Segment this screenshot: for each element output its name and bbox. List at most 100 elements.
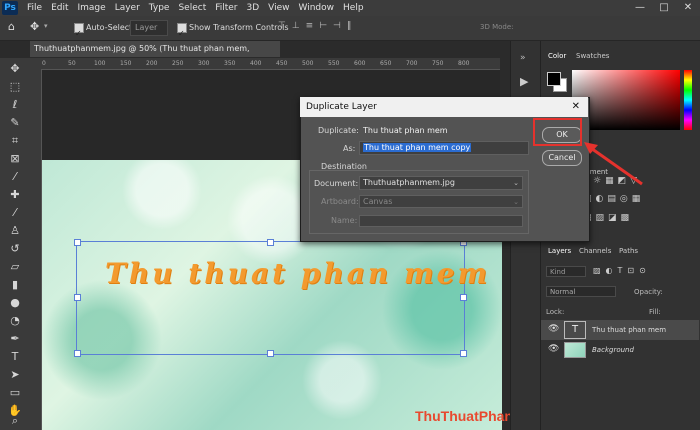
menu-window[interactable]: Window [299,3,335,13]
pen-tool-icon[interactable]: ✒ [7,332,23,346]
kind-placeholder: Kind [550,268,566,276]
transform-handle[interactable] [74,294,81,301]
name-input [359,215,523,227]
menu-edit[interactable]: Edit [51,3,68,13]
tool-preset-chevron-icon[interactable]: ▾ [44,22,48,30]
menu-view[interactable]: View [268,3,289,13]
move-tool-icon[interactable]: ✥ [7,62,23,76]
transform-handle[interactable] [74,239,81,246]
auto-select-dropdown[interactable]: Layer [130,20,168,36]
transform-handle[interactable] [460,294,467,301]
show-transform-label: Show Transform Controls [189,23,289,32]
ruler-label: 0 [42,60,46,67]
menu-select[interactable]: Select [178,3,206,13]
menu-file[interactable]: File [27,3,42,13]
menu-type[interactable]: Type [149,3,170,13]
layer-name: Thu thuat phan mem [592,326,667,334]
menu-help[interactable]: Help [343,3,364,13]
collapse-panels-icon[interactable]: » [520,53,526,63]
ruler-label: 800 [458,60,470,67]
tab-paths[interactable]: Paths [619,247,638,255]
foreground-color-swatch[interactable] [547,72,561,86]
transform-handle[interactable] [460,350,467,357]
tab-swatches[interactable]: Swatches [576,52,609,60]
home-icon[interactable]: ⌂ [8,20,15,33]
visibility-eye-icon[interactable]: 👁 [548,324,559,334]
ruler-label: 50 [68,60,76,67]
shape-tool-icon[interactable]: ▭ [7,386,23,400]
lasso-tool-icon[interactable]: ℓ [7,98,23,112]
ruler-label: 250 [172,60,184,67]
quick-select-tool-icon[interactable]: ✎ [7,116,23,130]
transform-handle[interactable] [267,350,274,357]
ok-highlight-box [533,118,582,146]
eyedropper-tool-icon[interactable]: ⁄ [7,170,23,184]
layer-row[interactable]: 👁 T Thu thuat phan mem [541,320,699,340]
path-select-tool-icon[interactable]: ➤ [7,368,23,382]
stamp-tool-icon[interactable]: ♙ [7,224,23,238]
align-icons[interactable]: ⊤⊥≡⊢⊣‖ [278,21,357,31]
document-value: Thuthuatphanmem.jpg [363,178,455,187]
maximize-button[interactable]: □ [652,0,676,16]
ruler-label: 600 [354,60,366,67]
cancel-button[interactable]: Cancel [542,150,582,166]
move-tool-icon[interactable]: ✥ [30,20,39,33]
duplicate-value: Thu thuat phan mem [363,126,448,135]
minimize-button[interactable]: — [628,0,652,16]
zoom-tool-icon[interactable]: ⌕ [7,414,23,428]
close-window-button[interactable]: ✕ [676,0,700,16]
ruler-label: 100 [94,60,106,67]
ruler-label: 500 [302,60,314,67]
tab-color[interactable]: Color [548,52,566,60]
text-layer-thumbnail-icon: T [564,321,586,339]
ruler-label: 200 [146,60,158,67]
menu-3d[interactable]: 3D [247,3,260,13]
layer-row[interactable]: 👁 Background [541,340,699,360]
canvas-text-layer[interactable]: Thu thuat phan mem [105,257,490,290]
eraser-tool-icon[interactable]: ▱ [7,260,23,274]
show-transform-checkbox[interactable] [177,23,187,33]
name-label: Name: [331,216,358,225]
as-label: As: [343,144,356,153]
menu-filter[interactable]: Filter [215,3,237,13]
play-icon[interactable]: ▶ [520,75,528,88]
as-input[interactable]: Thu thuat phan mem copy [359,141,529,155]
brush-tool-icon[interactable]: ⁄ [7,206,23,220]
visibility-eye-icon[interactable]: 👁 [548,344,559,354]
ruler-label: 700 [406,60,418,67]
blend-mode-value: Normal [550,288,576,296]
opacity-label: Opacity: [634,288,663,296]
blur-tool-icon[interactable]: ● [7,296,23,310]
document-dropdown[interactable]: Thuthuatphanmem.jpg ⌄ [359,176,523,190]
hue-slider[interactable] [684,70,692,130]
dialog-title-bar: Duplicate Layer ✕ [300,97,588,117]
dialog-close-icon[interactable]: ✕ [572,97,580,117]
transform-handle[interactable] [267,239,274,246]
menu-layer[interactable]: Layer [115,3,140,13]
document-label: Document: [314,179,359,188]
frame-tool-icon[interactable]: ⊠ [7,152,23,166]
gradient-tool-icon[interactable]: ▮ [7,278,23,292]
tab-channels[interactable]: Channels [579,247,611,255]
crop-tool-icon[interactable]: ⌗ [7,134,23,148]
history-brush-tool-icon[interactable]: ↺ [7,242,23,256]
marquee-tool-icon[interactable]: ⬚ [7,80,23,94]
blend-mode-dropdown[interactable]: Normal [546,286,616,297]
document-tab[interactable]: Thuthuatphanmem.jpg @ 50% (Thu thuat pha… [30,41,280,69]
layer-filter-icons[interactable]: ▨◐T⊡⊙ [593,266,651,275]
options-bar: ⌂ ✥ ▾ Auto-Select: Layer Show Transform … [0,16,700,41]
tools-panel: ✥ ⬚ ℓ ✎ ⌗ ⊠ ⁄ ✚ ⁄ ♙ ↺ ▱ ▮ ● ◔ ✒ T ➤ ▭ ✋ … [0,58,30,430]
ruler-label: 400 [250,60,262,67]
layer-filter-kind[interactable]: Kind [546,266,586,277]
dodge-tool-icon[interactable]: ◔ [7,314,23,328]
annotation-arrow [584,142,643,186]
tab-layers[interactable]: Layers [548,247,571,255]
lock-label: Lock: [546,308,565,316]
menu-image[interactable]: Image [78,3,106,13]
transform-handle[interactable] [74,350,81,357]
healing-tool-icon[interactable]: ✚ [7,188,23,202]
auto-select-checkbox[interactable] [74,23,84,33]
artboard-dropdown: Canvas ⌄ [359,195,523,208]
type-tool-icon[interactable]: T [7,350,23,364]
adjustment-icons-row-3[interactable]: ▧▨◪▩ [583,213,633,223]
